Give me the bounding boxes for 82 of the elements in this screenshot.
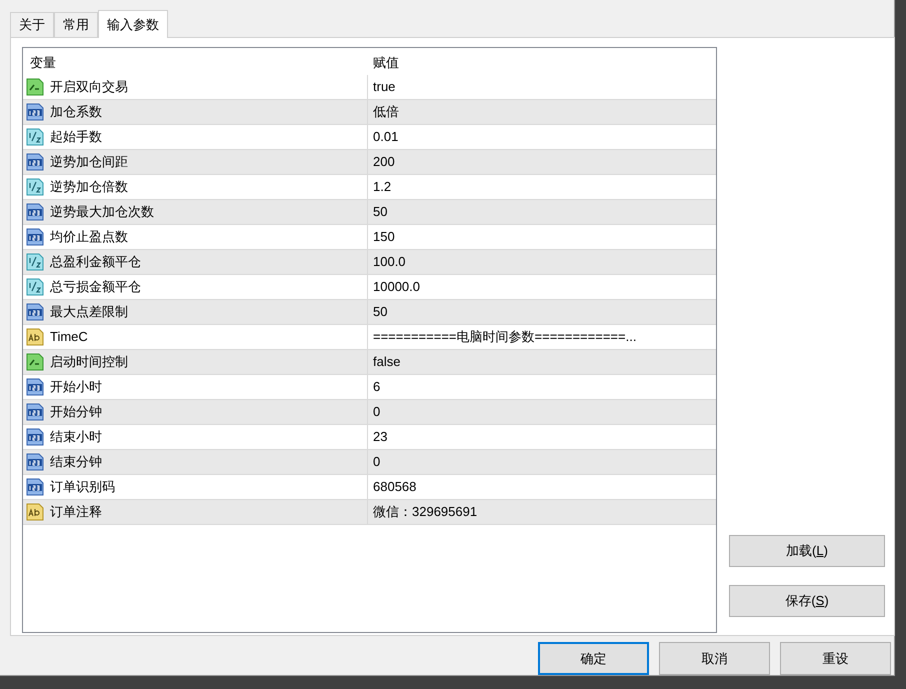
parameter-name: 开始分钟 <box>50 403 102 422</box>
table-row[interactable]: 开启双向交易 true <box>23 75 716 100</box>
parameter-value: 1.2 <box>372 178 392 196</box>
parameter-name: 逆势加仓间距 <box>50 153 128 172</box>
parameter-value: 50 <box>372 303 388 322</box>
parameter-value: 100.0 <box>372 253 406 272</box>
text-type-icon <box>26 503 44 521</box>
table-row[interactable]: 总盈利金额平仓 100.0 <box>23 250 716 275</box>
parameter-value: 200 <box>372 153 395 172</box>
table-row[interactable]: 起始手数 0.01 <box>23 125 716 150</box>
text-type-icon <box>26 328 44 346</box>
parameter-name: 最大点差限制 <box>50 303 128 322</box>
dialog-button[interactable]: 重设 <box>780 642 891 675</box>
table-row[interactable]: 开始分钟 0 <box>23 400 716 425</box>
parameter-name: 启动时间控制 <box>50 353 128 372</box>
column-header[interactable]: 变量 <box>23 52 368 72</box>
parameter-value: ===========电脑时间参数============... <box>372 328 636 346</box>
number-type-icon <box>26 428 44 446</box>
parameter-value: 微信：329695691 <box>372 503 478 522</box>
parameter-name: 起始手数 <box>50 128 102 146</box>
parameter-name: 开始小时 <box>50 378 102 396</box>
table-row[interactable]: 均价止盈点数 150 <box>23 225 716 250</box>
number-type-icon <box>26 303 44 321</box>
number-type-icon <box>26 453 44 471</box>
parameter-name: 订单注释 <box>50 503 102 522</box>
parameter-name: 总亏损金额平仓 <box>50 278 141 296</box>
parameter-value: 10000.0 <box>372 278 420 296</box>
table-row[interactable]: 订单注释 微信：329695691 <box>23 500 716 525</box>
number-type-icon <box>26 153 44 171</box>
tab[interactable]: 输入参数 <box>98 10 168 38</box>
parameter-name: 逆势加仓倍数 <box>50 178 128 196</box>
number-type-icon <box>26 403 44 421</box>
fraction-type-icon <box>26 278 44 296</box>
number-type-icon <box>26 103 44 121</box>
parameter-value: true <box>372 78 396 96</box>
parameter-name: 总盈利金额平仓 <box>50 253 141 272</box>
parameter-value: 680568 <box>372 478 416 496</box>
table-row[interactable]: 结束分钟 0 <box>23 450 716 475</box>
parameter-value: 0.01 <box>372 128 398 146</box>
parameter-value: 6 <box>372 378 380 396</box>
table-row[interactable]: 逆势加仓倍数 1.2 <box>23 175 716 200</box>
parameter-name: 结束小时 <box>50 428 102 446</box>
table-row[interactable]: 逆势最大加仓次数 50 <box>23 200 716 225</box>
tab[interactable]: 关于 <box>10 12 54 37</box>
table-row[interactable]: 结束小时 23 <box>23 425 716 450</box>
table-row[interactable]: 逆势加仓间距 200 <box>23 150 716 175</box>
parameter-name: 逆势最大加仓次数 <box>50 203 154 222</box>
parameter-name: 加仓系数 <box>50 103 102 122</box>
parameter-value: 0 <box>372 453 380 472</box>
number-type-icon <box>26 203 44 221</box>
table-row[interactable]: 订单识别码 680568 <box>23 475 716 500</box>
parameter-name: TimeC <box>50 328 88 346</box>
dialog-button[interactable]: 确定 <box>538 642 649 675</box>
dialog-button[interactable]: 取消 <box>659 642 770 675</box>
number-type-icon <box>26 478 44 496</box>
side-button[interactable]: 加载(L) <box>729 535 885 567</box>
number-type-icon <box>26 378 44 396</box>
fraction-type-icon <box>26 128 44 146</box>
fraction-type-icon <box>26 178 44 196</box>
fraction-type-icon <box>26 253 44 271</box>
parameter-value: 低倍 <box>372 103 399 122</box>
table-row[interactable]: 开始小时 6 <box>23 375 716 400</box>
parameter-value: 0 <box>372 403 380 422</box>
parameter-value: 150 <box>372 228 395 246</box>
table-row[interactable]: 启动时间控制 false <box>23 350 716 375</box>
parameter-value: false <box>372 353 400 372</box>
parameter-value: 50 <box>372 203 388 222</box>
toggle-type-icon <box>26 78 44 96</box>
table-row[interactable]: 加仓系数 低倍 <box>23 100 716 125</box>
parameter-name: 开启双向交易 <box>50 78 128 96</box>
number-type-icon <box>26 228 44 246</box>
parameter-value: 23 <box>372 428 388 446</box>
toggle-type-icon <box>26 353 44 371</box>
parameter-name: 均价止盈点数 <box>50 228 128 246</box>
column-header[interactable]: 赋值 <box>368 52 399 72</box>
parameter-name: 订单识别码 <box>50 478 115 496</box>
table-row[interactable]: 总亏损金额平仓 10000.0 <box>23 275 716 300</box>
tab[interactable]: 常用 <box>54 12 98 37</box>
parameter-name: 结束分钟 <box>50 453 102 472</box>
table-row[interactable]: 最大点差限制 50 <box>23 300 716 325</box>
side-button[interactable]: 保存(S) <box>729 585 885 617</box>
table-row[interactable]: TimeC ===========电脑时间参数============... <box>23 325 716 350</box>
